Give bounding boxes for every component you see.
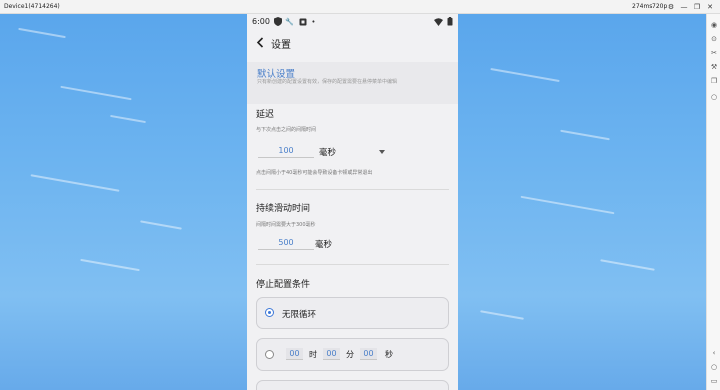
delay-hint: 与下次点击之间的间隔时间 <box>256 127 317 133</box>
timer-hours-input[interactable]: 00 <box>286 348 303 360</box>
phone-screen: 6:00 🔧 • 设置 默认设置 只有新创建的配置设置有效，保存的配置需要在悬停… <box>247 14 458 390</box>
wrench-icon: 🔧 <box>285 17 294 26</box>
wifi-icon <box>434 17 443 26</box>
app-icon <box>298 17 307 26</box>
page-title: 设置 <box>271 40 291 51</box>
option-infinite-loop[interactable]: 无限循环 <box>256 297 449 329</box>
recent-apps-icon[interactable]: ▭ <box>709 376 719 386</box>
timer-hours-unit: 时 <box>309 350 317 359</box>
timer-minutes-input[interactable]: 00 <box>323 348 340 360</box>
swipe-duration-input[interactable]: 500 <box>258 238 314 250</box>
option-infinite-label: 无限循环 <box>282 310 317 320</box>
settings-icon[interactable]: ⚙ <box>666 2 676 12</box>
option-card-partial[interactable] <box>256 380 449 390</box>
window-title: Device1(4714264) <box>4 3 60 10</box>
status-time: 6:00 <box>252 17 270 26</box>
battery-icon <box>445 17 454 26</box>
close-icon[interactable]: ✕ <box>705 2 715 12</box>
section-header-subtitle: 只有新创建的配置设置有效，保存的配置需要在悬停菜单中编辑 <box>257 79 398 85</box>
swipe-duration-unit: 毫秒 <box>315 240 333 250</box>
delay-title: 延迟 <box>256 110 275 120</box>
minimize-icon[interactable]: — <box>679 2 689 12</box>
home-icon[interactable]: ○ <box>709 362 719 372</box>
radio-timer[interactable] <box>265 350 274 359</box>
eye-icon[interactable]: ◉ <box>709 20 719 30</box>
window-titlebar: Device1(4714264) 274ms 720p ⚙ — ❐ ✕ <box>0 0 720 14</box>
app-bar: 设置 <box>247 29 458 57</box>
resolution-selector[interactable]: 720p <box>652 3 667 10</box>
status-bar: 6:00 🔧 • <box>247 14 458 29</box>
radio-infinite-loop[interactable] <box>265 308 274 317</box>
screenshot-icon[interactable]: ⊙ <box>709 34 719 44</box>
dot-icon: • <box>311 17 316 26</box>
restore-icon[interactable]: ❐ <box>692 2 702 12</box>
latency-indicator: 274ms <box>632 3 653 10</box>
swipe-duration-title: 持续滑动时间 <box>256 204 311 214</box>
emulator-toolbar: ◉ ⊙ ✂ ⚒ ❐ ○ ‹ ○ ▭ <box>706 14 720 390</box>
tools-icon[interactable]: ⚒ <box>709 62 719 72</box>
delay-warning: 点击间隔小于40毫秒可能会导致设备卡顿或异常退出 <box>256 170 373 176</box>
option-timer[interactable]: 00 时 00 分 00 秒 <box>256 338 449 371</box>
timer-seconds-input[interactable]: 00 <box>360 348 377 360</box>
timer-seconds-unit: 秒 <box>385 350 393 359</box>
delay-input[interactable]: 100 <box>258 146 314 158</box>
default-settings-header: 默认设置 只有新创建的配置设置有效，保存的配置需要在悬停菜单中编辑 <box>247 62 458 104</box>
cut-icon[interactable]: ✂ <box>709 48 719 58</box>
divider <box>256 264 449 265</box>
divider <box>256 189 449 190</box>
swipe-duration-hint: 间隔时间需要大于300毫秒 <box>256 222 316 228</box>
copy-icon[interactable]: ❐ <box>709 76 719 86</box>
delay-unit-select[interactable]: 毫秒 <box>319 146 336 158</box>
stop-condition-title: 停止配置条件 <box>256 280 311 290</box>
dropdown-arrow-icon[interactable] <box>379 150 385 154</box>
shield-icon <box>273 17 282 26</box>
back-arrow-icon[interactable] <box>253 34 267 50</box>
record-icon[interactable]: ○ <box>709 92 719 102</box>
chevron-left-icon[interactable]: ‹ <box>709 348 719 358</box>
timer-minutes-unit: 分 <box>346 350 354 359</box>
